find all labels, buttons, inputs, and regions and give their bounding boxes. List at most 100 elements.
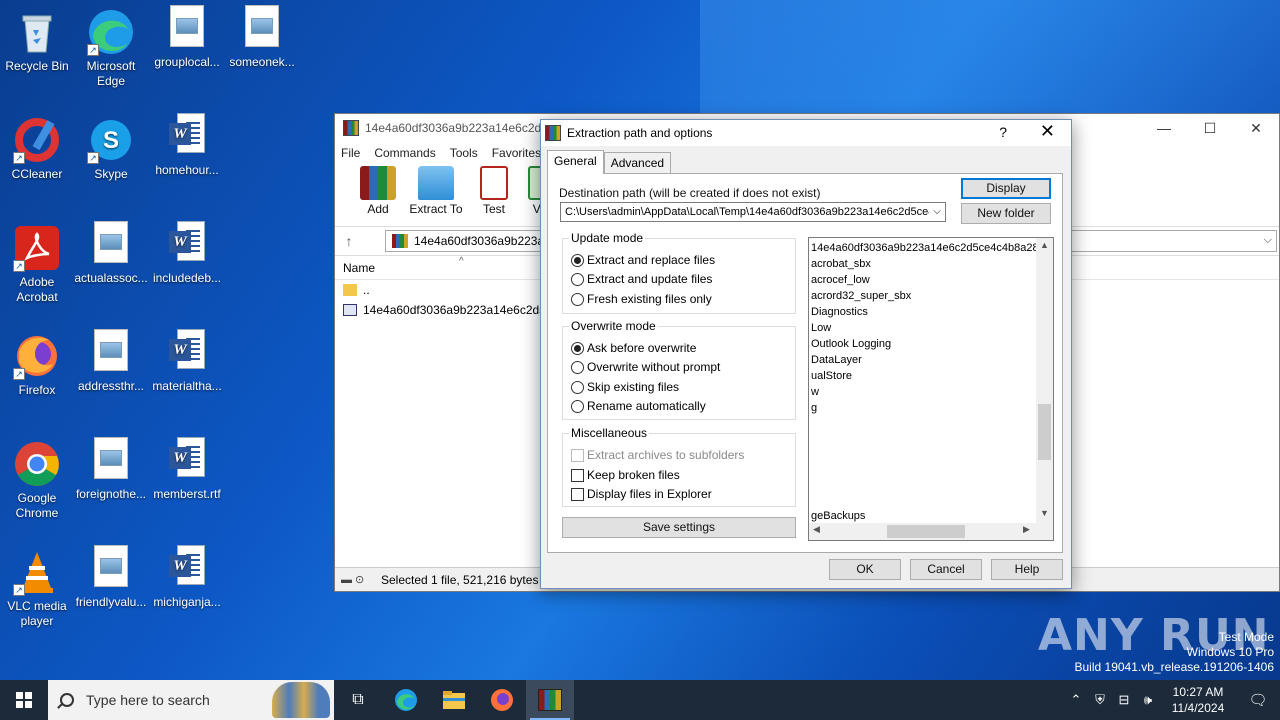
tab-general[interactable]: General [547, 150, 604, 174]
chevron-down-icon[interactable]: ⌵ [929, 203, 945, 221]
volume-icon[interactable]: 🕪 [1136, 692, 1160, 708]
tab-advanced[interactable]: Advanced [603, 152, 672, 174]
task-view-button[interactable]: ⧉ [334, 680, 382, 720]
radio-fresh-existing[interactable]: Fresh existing files only [571, 290, 712, 308]
help-icon[interactable]: ? [999, 124, 1007, 140]
new-folder-button[interactable]: New folder [961, 203, 1051, 224]
radio-overwrite-without[interactable]: Overwrite without prompt [571, 358, 720, 376]
desktop-icon-homehour[interactable]: W homehour... [150, 110, 224, 210]
edge-icon [395, 689, 417, 711]
tree-item[interactable]: 14e4a60df3036a9b223a14e6c2d5ce4c4b8a28 [811, 240, 1039, 256]
desktop-icon-someonek[interactable]: someonek... [225, 2, 299, 102]
tree-item[interactable]: acrocef_low [811, 272, 870, 288]
save-settings-button[interactable]: Save settings [562, 517, 796, 538]
word-file-icon: W [169, 329, 205, 371]
desktop-icon-foreignothe[interactable]: foreignothe... [74, 434, 148, 534]
close-button[interactable]: ✕ [1233, 114, 1279, 142]
tree-item[interactable]: Low [811, 320, 831, 336]
horizontal-scrollbar[interactable]: ◀ ▶ [809, 523, 1038, 540]
tree-item[interactable]: w [811, 384, 819, 400]
ccleaner-icon: ↗ [13, 116, 61, 164]
desktop-icon-adobe-acrobat[interactable]: ↗ Adobe Acrobat [0, 218, 74, 318]
up-arrow-icon[interactable]: ↑ [335, 233, 363, 249]
test-button[interactable]: Test [465, 164, 523, 216]
help-button[interactable]: Help [991, 559, 1063, 580]
network-icon[interactable]: ⊟ [1112, 692, 1136, 708]
cancel-button[interactable]: Cancel [910, 559, 982, 580]
start-button[interactable] [0, 680, 48, 720]
add-button[interactable]: Add [349, 164, 407, 216]
desktop-icon-includedeb[interactable]: W includedeb... [150, 218, 224, 318]
close-icon[interactable]: ✕ [1040, 121, 1055, 142]
desktop-icon-edge[interactable]: ↗ Microsoft Edge [74, 2, 148, 102]
checkbox-extract-subfolders: Extract archives to subfolders [571, 446, 744, 464]
radio-extract-update[interactable]: Extract and update files [571, 270, 712, 288]
desktop-icon-actualassoc[interactable]: actualassoc... [74, 218, 148, 318]
radio-skip-existing[interactable]: Skip existing files [571, 378, 679, 396]
dialog-titlebar[interactable]: Extraction path and options ? ✕ [541, 120, 1071, 146]
desktop-icon-grouplocal[interactable]: grouplocal... [150, 2, 224, 102]
taskbar-edge[interactable] [382, 680, 430, 720]
tree-item[interactable]: acrobat_sbx [811, 256, 871, 272]
scroll-down-icon[interactable]: ▼ [1036, 508, 1053, 518]
menu-commands[interactable]: Commands [374, 146, 435, 160]
chevron-down-icon[interactable]: ⌵ [1264, 234, 1272, 247]
desktop-icon-materialtha[interactable]: W materialtha... [150, 326, 224, 426]
desktop-icon-skype[interactable]: S ↗ Skype [74, 110, 148, 210]
tree-item[interactable]: g [811, 400, 817, 416]
search-box[interactable]: Type here to search [48, 680, 334, 720]
ok-button[interactable]: OK [829, 559, 901, 580]
menu-tools[interactable]: Tools [450, 146, 478, 160]
checkbox-display-explorer[interactable]: Display files in Explorer [571, 485, 712, 503]
tree-item[interactable]: Outlook Logging [811, 336, 891, 352]
taskbar-explorer[interactable] [430, 680, 478, 720]
radio-extract-replace[interactable]: Extract and replace files [571, 251, 715, 269]
vertical-scrollbar[interactable]: ▲ ▼ [1036, 238, 1053, 524]
display-button[interactable]: Display [961, 178, 1051, 199]
extract-to-button[interactable]: Extract To [407, 164, 465, 216]
taskbar-firefox[interactable] [478, 680, 526, 720]
image-file-icon [170, 5, 204, 47]
notification-icon[interactable]: 🗨 [1236, 691, 1280, 709]
tree-item[interactable]: acrord32_super_sbx [811, 288, 911, 304]
desktop-icon-memberst[interactable]: W memberst.rtf [150, 434, 224, 534]
destination-path-combo[interactable]: C:\Users\admin\AppData\Local\Temp\14e4a6… [560, 202, 946, 222]
clock[interactable]: 10:27 AM 11/4/2024 [1160, 684, 1236, 716]
image-file-icon [94, 221, 128, 263]
image-file-icon [245, 5, 279, 47]
tree-item[interactable]: ualStore [811, 368, 852, 384]
windows-logo-icon [16, 692, 32, 708]
desktop-icon-michiganja[interactable]: W michiganja... [150, 542, 224, 642]
maximize-button[interactable]: ☐ [1187, 114, 1233, 142]
desktop-icon-chrome[interactable]: Google Chrome [0, 434, 74, 534]
scroll-thumb[interactable] [887, 525, 965, 538]
desktop-icon-vlc[interactable]: ↗ VLC media player [0, 542, 74, 642]
checkbox-keep-broken[interactable]: Keep broken files [571, 466, 680, 484]
chevron-up-icon[interactable]: ⌃ [1064, 692, 1088, 708]
radio-rename-auto[interactable]: Rename automatically [571, 397, 706, 415]
scroll-thumb[interactable] [1038, 404, 1051, 460]
desktop-icon-ccleaner[interactable]: ↗ CCleaner [0, 110, 74, 210]
desktop-icon-recycle-bin[interactable]: Recycle Bin [0, 2, 74, 102]
folder-icon [343, 284, 357, 296]
scroll-left-icon[interactable]: ◀ [813, 524, 820, 535]
tree-item[interactable]: Diagnostics [811, 304, 868, 320]
tree-item[interactable]: geBackups [811, 508, 865, 524]
desktop-icon-firefox[interactable]: ↗ Firefox [0, 326, 74, 426]
minimize-button[interactable]: — [1141, 114, 1187, 142]
desktop-icon-friendlyvalu[interactable]: friendlyvalu... [74, 542, 148, 642]
desktop-icon-addressthr[interactable]: addressthr... [74, 326, 148, 426]
menu-favorites[interactable]: Favorites [492, 146, 541, 160]
taskbar-winrar[interactable] [526, 680, 574, 720]
folder-tree[interactable]: 14e4a60df3036a9b223a14e6c2d5ce4c4b8a28 a… [808, 237, 1054, 541]
tree-item[interactable]: DataLayer [811, 352, 862, 368]
windows-watermark: Test Mode Windows 10 Pro Build 19041.vb_… [1074, 630, 1275, 674]
radio-ask-before[interactable]: Ask before overwrite [571, 339, 696, 357]
svg-text:S: S [103, 127, 119, 154]
update-mode-title: Update mode [569, 231, 646, 245]
scroll-up-icon[interactable]: ▲ [1036, 240, 1053, 250]
taskbar: Type here to search ⧉ ⌃ ⛨ ⊟ 🕪 10:27 AM 1… [0, 680, 1280, 720]
security-icon[interactable]: ⛨ [1088, 692, 1112, 708]
scroll-right-icon[interactable]: ▶ [1023, 524, 1030, 535]
menu-file[interactable]: File [341, 146, 360, 160]
